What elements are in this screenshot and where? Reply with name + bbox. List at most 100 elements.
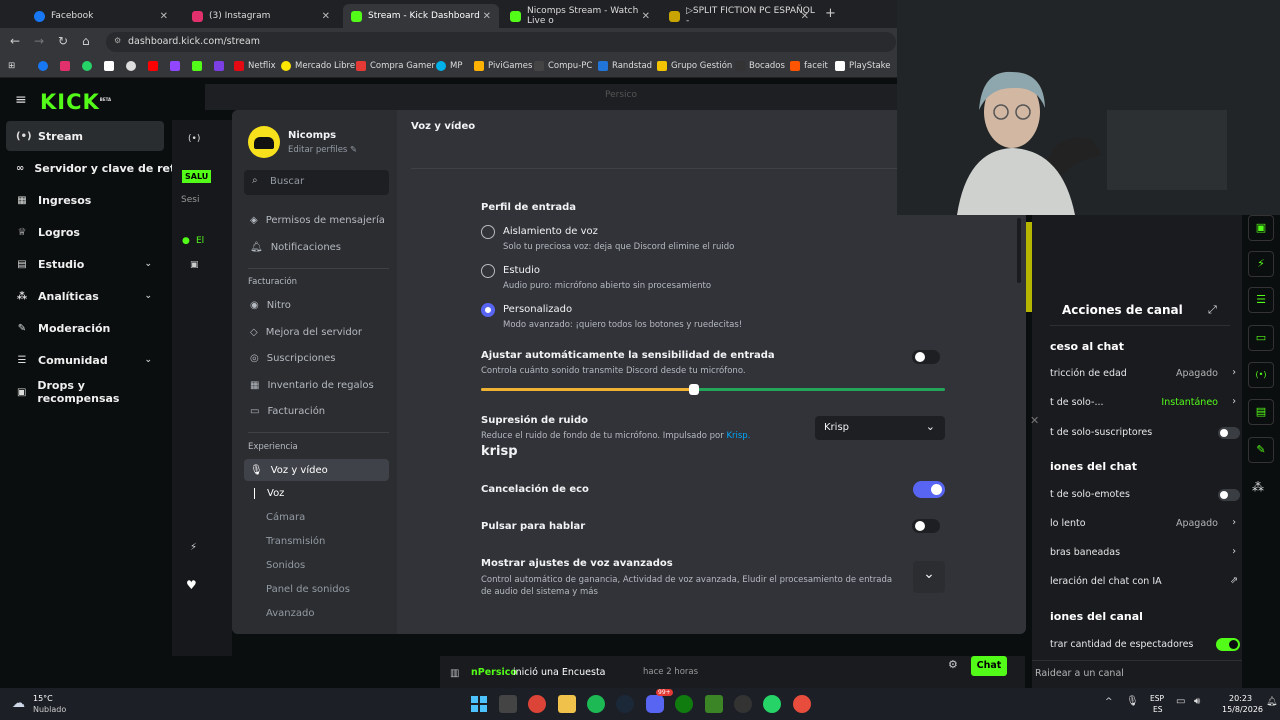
message-icon[interactable]: ▭ [1248, 325, 1274, 351]
volume-icon[interactable]: 🔊︎ [1194, 696, 1200, 707]
radio-button[interactable] [481, 225, 495, 239]
sidebar-item-moderacion[interactable]: ✎ Moderación [6, 313, 164, 343]
steam-icon[interactable] [616, 695, 634, 713]
tiktok-icon[interactable] [104, 61, 114, 71]
show-viewer-count-row[interactable]: trar cantidad de espectadores [1050, 638, 1240, 651]
subnav-streaming[interactable]: Transmisión [266, 536, 325, 547]
bookmark-grupo-gestion[interactable]: Grupo Gestión [657, 61, 732, 71]
notice-user[interactable]: nPersico [471, 667, 517, 678]
sidebar-item-comunidad[interactable]: ☰ Comunidad ⌄ [6, 345, 164, 375]
sidebar-item-logros[interactable]: ♕ Logros [6, 217, 164, 247]
card-icon[interactable]: ▤ [1248, 399, 1274, 425]
bookmark-faceit[interactable]: faceit [790, 61, 828, 71]
tab-split-fiction[interactable]: ▷SPLIT FICTION PC ESPAÑOL - ✕ [661, 4, 817, 28]
sidebar-item-subscriptions[interactable]: ◎ Suscripciones [244, 347, 389, 369]
edit-profiles-link[interactable]: Editar perfiles ✎ [288, 145, 357, 155]
whatsapp-icon[interactable] [763, 695, 781, 713]
slow-mode-row[interactable]: lo lento Apagado › [1050, 517, 1240, 529]
sidebar-item-ingresos[interactable]: ▦ Ingresos [6, 185, 164, 215]
kick-logo[interactable]: KICKBETA [40, 90, 111, 114]
bookmark-compra-gamer[interactable]: Compra Gamer [356, 61, 435, 71]
sidebar-item-analiticas[interactable]: ⁂ Analíticas ⌄ [6, 281, 164, 311]
bookmark-mercado-libre[interactable]: Mercado Libre [281, 61, 355, 71]
microphone-icon[interactable]: 🎙︎ [1126, 696, 1139, 707]
back-icon[interactable]: ← [10, 34, 20, 48]
tab-kick-dashboard[interactable]: Stream - Kick Dashboard ✕ [343, 4, 499, 28]
threads-icon[interactable] [126, 61, 136, 71]
followers-only-row[interactable]: t de solo-... Instantáneo › [1050, 396, 1240, 408]
hamburger-menu-icon[interactable]: ≡ [15, 92, 27, 108]
close-icon[interactable]: ✕ [160, 11, 168, 22]
tab-nicomps-stream[interactable]: Nicomps Stream - Watch Live o ✕ [502, 4, 658, 28]
xbox-icon[interactable] [675, 695, 693, 713]
discord-icon[interactable]: 99+ [646, 689, 673, 713]
close-icon[interactable]: ✕ [642, 11, 650, 22]
sidebar-item-nitro[interactable]: ◉ Nitro [244, 294, 389, 316]
sidebar-item-message-permissions[interactable]: ◈ Permisos de mensajería [244, 209, 389, 231]
sensitivity-slider-handle[interactable] [689, 384, 700, 395]
facebook-icon[interactable] [38, 61, 48, 71]
avatar[interactable] [248, 126, 280, 158]
raid-channel-input[interactable]: Raidear a un canal [1035, 668, 1124, 679]
windows-start-icon[interactable] [470, 695, 488, 713]
chrome-icon[interactable] [528, 695, 546, 713]
search-input[interactable]: ⌕ Buscar [244, 170, 389, 195]
profile-option-voice-isolation[interactable]: Aislamiento de voz Solo tu preciosa voz:… [481, 224, 931, 254]
lightning-icon[interactable]: ⚡ [1248, 251, 1274, 277]
close-icon[interactable]: ✕ [483, 11, 491, 22]
krisp-link[interactable]: Krisp. [726, 431, 750, 441]
subnav-soundboard[interactable]: Panel de sonidos [266, 584, 350, 595]
whatsapp-icon[interactable] [82, 61, 92, 71]
bookmark-bocados[interactable]: Bocados [735, 61, 785, 71]
chat-send-button[interactable]: Chat [971, 656, 1007, 676]
profile-option-custom[interactable]: Personalizado Modo avanzado: ¡quiero tod… [481, 302, 931, 332]
tab-instagram[interactable]: (3) Instagram ✕ [184, 4, 338, 28]
bookmark-mp[interactable]: MP [436, 61, 462, 71]
chat-icon[interactable]: ▣ [1248, 215, 1274, 241]
list-icon[interactable]: ☰ [1248, 287, 1274, 313]
expand-advanced-button[interactable]: ⌄ [913, 561, 945, 593]
site-info-icon[interactable]: ⚙ [114, 36, 121, 45]
home-icon[interactable]: ⌂ [82, 34, 90, 48]
bookmark-compu-pc[interactable]: Compu-PC [534, 61, 592, 71]
viewer-count-toggle[interactable] [1216, 638, 1240, 651]
close-icon[interactable]: ✕ [322, 11, 330, 22]
sidebar-item-stream[interactable]: (•) Stream [6, 121, 164, 151]
sidebar-item-drops[interactable]: ▣ Drops y recompensas [6, 377, 164, 407]
gear-icon[interactable]: ⚙ [948, 658, 958, 671]
bookmark-playstake[interactable]: PlayStake [835, 61, 891, 71]
bookmark-pivigames[interactable]: PiviGames [474, 61, 532, 71]
apps-icon[interactable]: ⊞ [8, 61, 15, 71]
minecraft-icon[interactable] [705, 695, 723, 713]
community-icon[interactable]: ⁂ [1252, 480, 1264, 494]
push-to-talk-toggle[interactable] [912, 519, 940, 533]
ai-moderation-row[interactable]: leración del chat con IA ⇗ [1050, 575, 1240, 587]
popout-icon[interactable]: ⤢ [1208, 303, 1217, 317]
sidebar-item-billing[interactable]: ▭ Facturación [244, 400, 389, 422]
subscribers-only-toggle[interactable] [1218, 427, 1240, 439]
notifications-icon[interactable]: 🔔︎ [1266, 697, 1277, 707]
clock-time[interactable]: 20:23 [1229, 694, 1252, 703]
folder-icon[interactable] [558, 695, 576, 713]
lightning-icon[interactable]: ⚡ [190, 542, 197, 553]
bookmark-randstad[interactable]: Randstad [598, 61, 652, 71]
sensitivity-slider[interactable] [481, 384, 945, 395]
scrollbar[interactable] [1017, 218, 1021, 283]
chevron-up-icon[interactable]: ^ [1105, 697, 1113, 707]
profile-option-studio[interactable]: Estudio Audio puro: micrófono abierto si… [481, 263, 931, 293]
tab-facebook[interactable]: Facebook ✕ [26, 4, 176, 28]
language-indicator[interactable]: ESP [1150, 694, 1164, 703]
youtube-icon[interactable] [148, 61, 158, 71]
sidebar-item-voice-video[interactable]: 🎙︎ Voz y vídeo [244, 459, 389, 481]
sidebar-item-estudio[interactable]: ▤ Estudio ⌄ [6, 249, 164, 279]
subnav-camera[interactable]: Cámara [266, 512, 305, 523]
subnav-advanced[interactable]: Avanzado [266, 608, 314, 619]
echo-cancellation-toggle[interactable] [913, 481, 945, 498]
url-field[interactable]: ⚙ dashboard.kick.com/stream [106, 32, 896, 52]
noise-suppression-select[interactable]: Krisp ⌄ [815, 416, 945, 440]
broadcast-icon[interactable]: (•) [1248, 362, 1274, 388]
spotify-icon[interactable] [587, 695, 605, 713]
sidebar-item-gift-inventory[interactable]: ▦ Inventario de regalos [244, 374, 389, 396]
sidebar-item-server-boost[interactable]: ◇ Mejora del servidor [244, 321, 389, 343]
wrench-icon[interactable]: ✎ [1248, 437, 1274, 463]
